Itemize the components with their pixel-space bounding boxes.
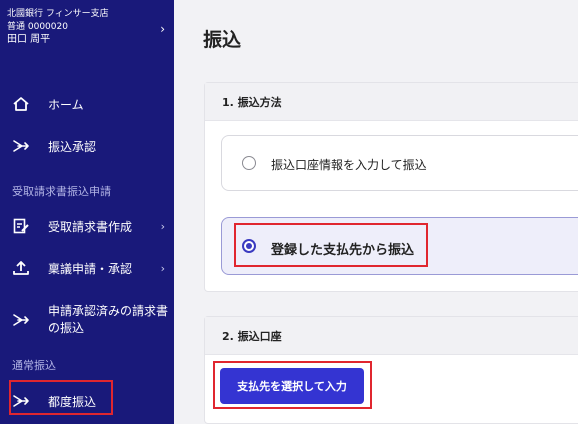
sidebar-item-label: 受取請求書作成 — [48, 219, 133, 234]
transfer-icon — [12, 137, 30, 155]
account-holder: 田口 周平 — [7, 34, 51, 45]
sidebar-section-regular: 通常振込 — [12, 359, 56, 372]
account-switcher[interactable]: 北國銀行 フィンサー支店 普通 0000020 田口 周平 › — [7, 8, 167, 54]
sidebar-item-approval-request[interactable]: 稟議申請・承認 › — [0, 258, 174, 278]
sidebar: 北國銀行 フィンサー支店 普通 0000020 田口 周平 › ホーム 振込承認… — [0, 0, 174, 424]
card-header: 2. 振込口座 — [205, 317, 578, 355]
highlight-box — [9, 380, 113, 415]
option-enter-account-info[interactable]: 振込口座情報を入力して振込 — [221, 135, 578, 191]
sidebar-section-invoice: 受取請求書振込申請 — [12, 185, 111, 198]
home-icon — [12, 95, 30, 113]
highlight-box — [213, 361, 372, 409]
option-label: 振込口座情報を入力して振込 — [271, 158, 427, 172]
sidebar-item-label: 振込承認 — [48, 139, 97, 154]
label-line-1: 申請承認済みの請求書 — [48, 304, 169, 318]
sidebar-item-create-invoice[interactable]: 受取請求書作成 › — [0, 216, 174, 236]
highlight-box — [234, 223, 428, 267]
page-title: 振込 — [203, 29, 242, 51]
chevron-right-icon: › — [160, 219, 165, 233]
chevron-right-icon: › — [160, 261, 165, 275]
sidebar-item-label: 申請承認済みの請求書 の振込 — [48, 303, 168, 337]
document-edit-icon — [12, 217, 30, 235]
radio-button[interactable] — [242, 156, 256, 170]
card-header: 1. 振込方法 — [205, 83, 578, 121]
sidebar-item-label: ホーム — [48, 97, 84, 112]
chevron-right-icon: › — [160, 22, 165, 36]
sidebar-item-transfer-approval[interactable]: 振込承認 — [0, 136, 174, 156]
sidebar-item-home[interactable]: ホーム — [0, 94, 174, 114]
transfer-icon — [12, 311, 30, 329]
upload-icon — [12, 259, 30, 277]
account-number: 普通 0000020 — [7, 22, 68, 32]
label-line-2: の振込 — [48, 321, 85, 335]
bank-branch: 北國銀行 フィンサー支店 — [7, 9, 109, 19]
sidebar-item-label: 稟議申請・承認 — [48, 261, 133, 276]
sidebar-item-approved-invoice-transfer[interactable]: 申請承認済みの請求書 の振込 — [0, 300, 174, 340]
